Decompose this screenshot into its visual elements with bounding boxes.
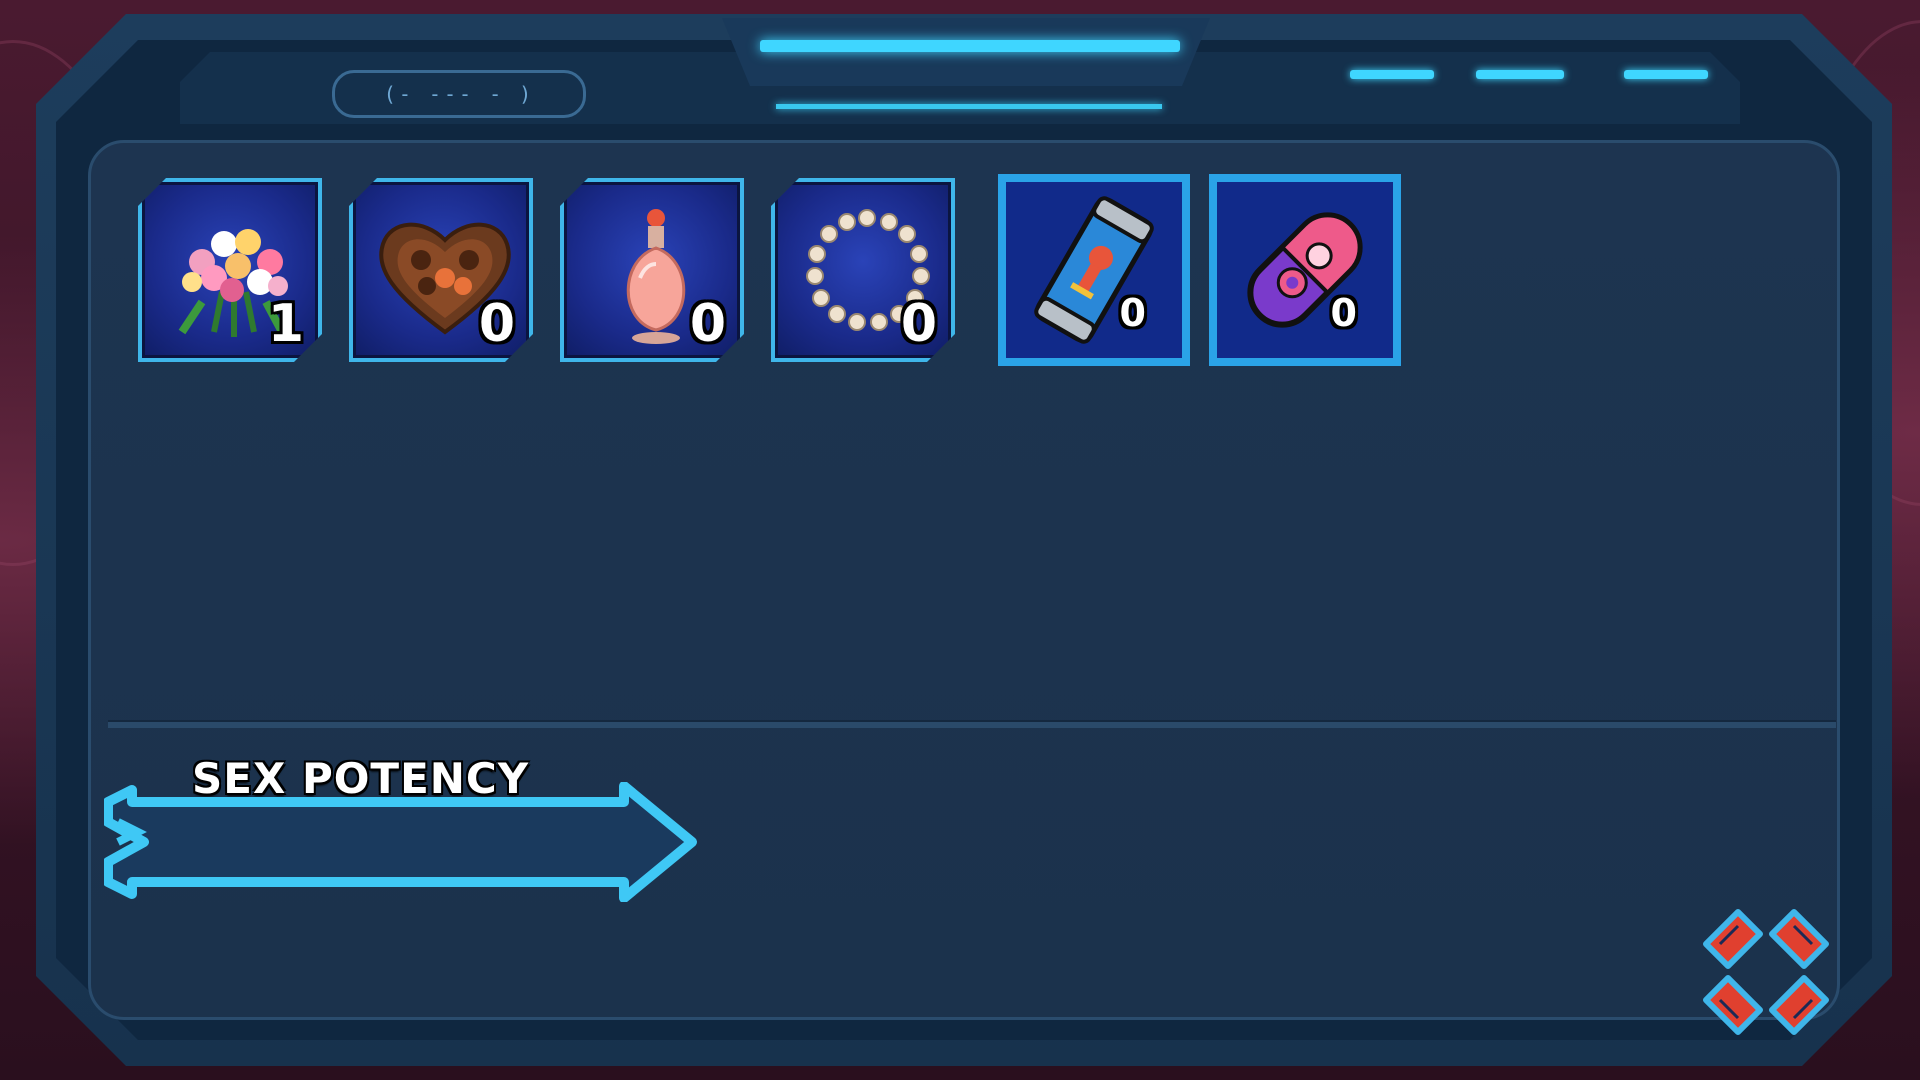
top-glow-strip [776, 104, 1162, 109]
item-count: 0 [478, 294, 515, 354]
item-count: 0 [900, 294, 937, 354]
purple-pill-icon [1247, 212, 1363, 328]
close-x-icon [1703, 909, 1829, 1035]
energy-drink-can-icon [1034, 196, 1154, 344]
inventory-item-energy-drink[interactable]: 0 [998, 174, 1190, 366]
inventory-item-purple-pill[interactable]: 0 [1209, 174, 1401, 366]
inventory-item-heart-chocolate-box[interactable]: 0 [349, 178, 533, 362]
inventory-item-perfume-bottle[interactable]: 0 [560, 178, 744, 362]
inventory-screen: (- --- - ) 1 0 0 0 0 0 SEX POTENCY [0, 0, 1920, 1080]
top-glow-light [760, 40, 1180, 52]
indicator-light [1624, 70, 1708, 79]
indicator-light [1350, 70, 1434, 79]
item-count: 0 [1119, 291, 1146, 335]
inventory-item-pearl-necklace[interactable]: 0 [771, 178, 955, 362]
hud-display: (- --- - ) [332, 70, 586, 118]
inventory-item-flower-bouquet[interactable]: 1 [138, 178, 322, 362]
close-button[interactable] [1692, 898, 1840, 1046]
sex-potency-bar [104, 782, 697, 902]
item-count: 0 [1330, 291, 1357, 335]
item-count: 1 [267, 294, 304, 354]
panel-divider [108, 720, 1836, 728]
top-notch [722, 18, 1210, 86]
indicator-light [1476, 70, 1564, 79]
item-count: 0 [689, 294, 726, 354]
